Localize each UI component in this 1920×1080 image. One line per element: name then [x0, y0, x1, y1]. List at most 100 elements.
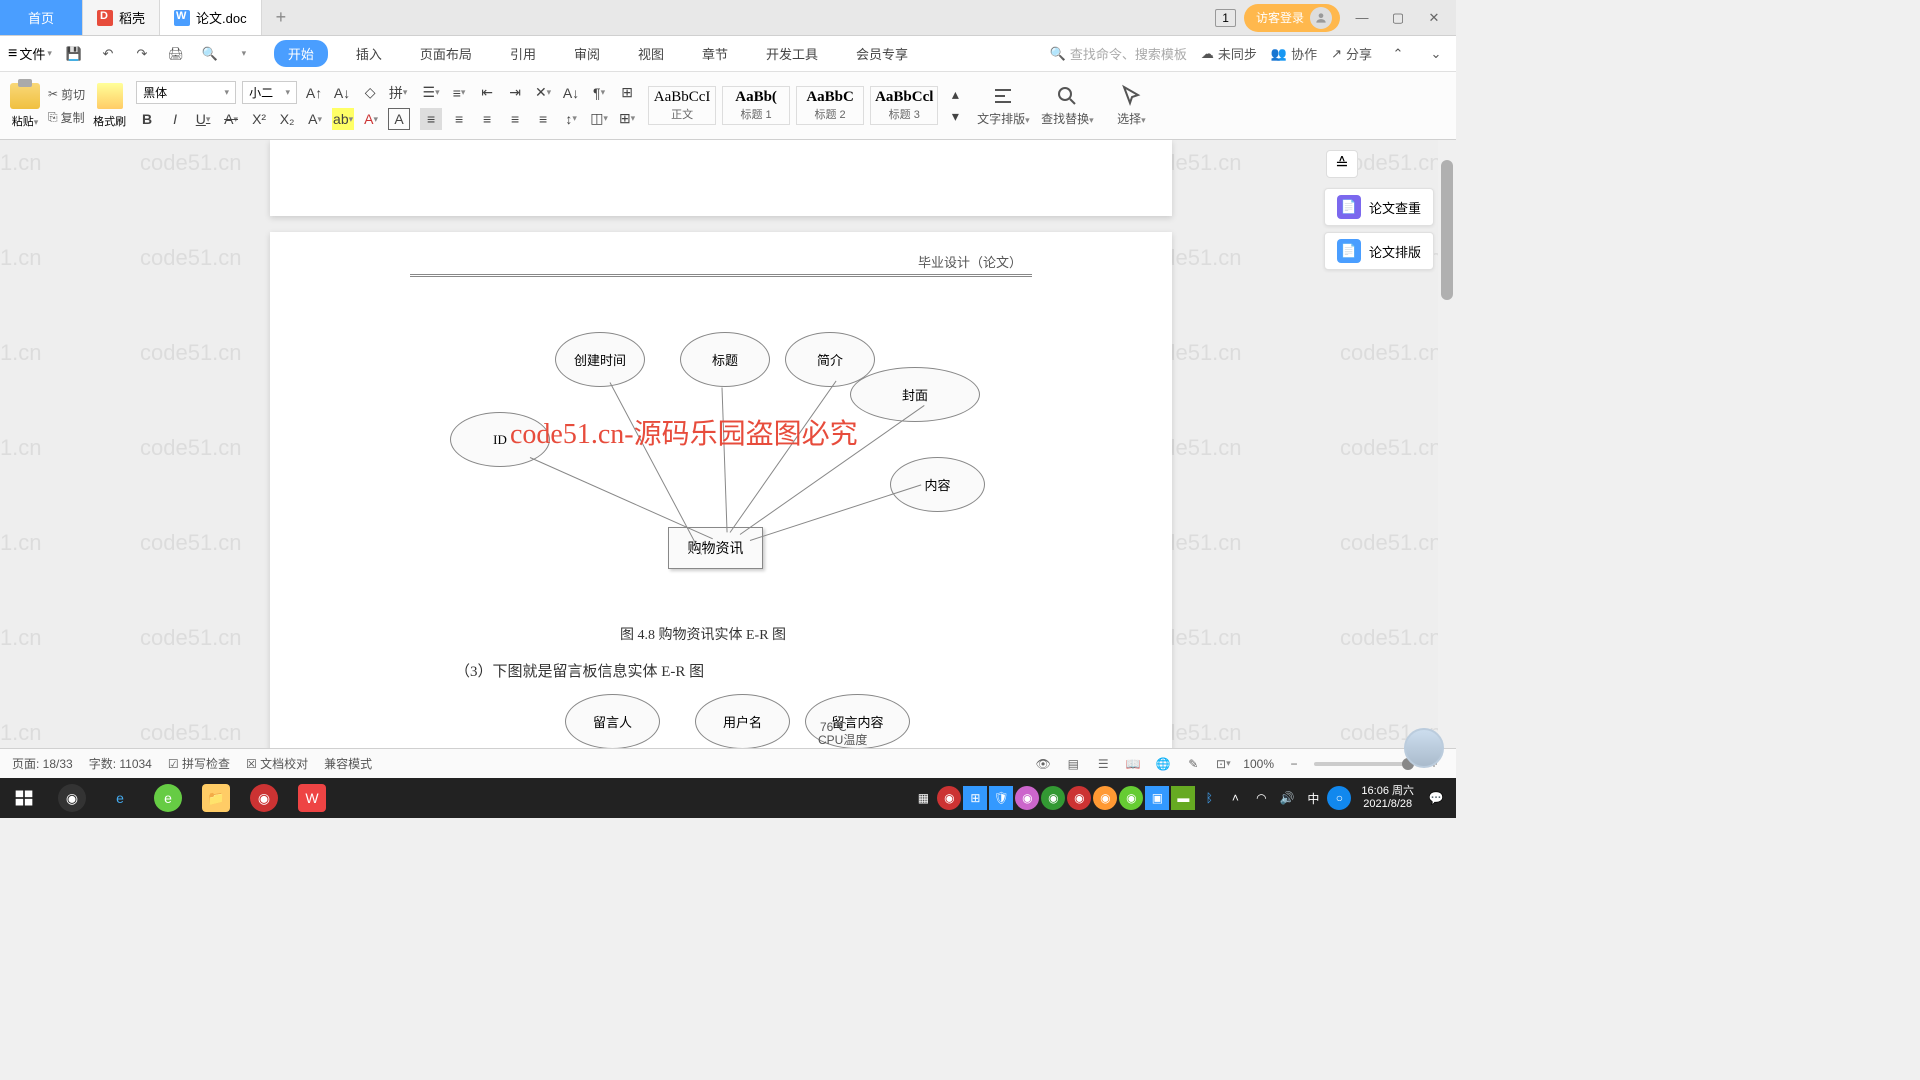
subscript-button[interactable]: X₂	[276, 108, 298, 130]
font-size-select[interactable]: 小二▾	[242, 81, 297, 104]
task-ie[interactable]: e	[96, 778, 144, 818]
share-button[interactable]: ↗分享	[1331, 44, 1372, 63]
tray-icon-1[interactable]: ◉	[937, 786, 961, 810]
word-count[interactable]: 字数: 11034	[89, 755, 152, 772]
cut-button[interactable]: ✂剪切	[46, 85, 87, 104]
line-spacing-button[interactable]: ↕▾	[560, 108, 582, 130]
grow-font-button[interactable]: A↑	[303, 82, 325, 104]
eye-icon[interactable]: 👁	[1033, 754, 1053, 774]
show-marks-button[interactable]: ⊞	[616, 82, 638, 104]
ribbon-tab-insert[interactable]: 插入	[346, 40, 392, 67]
ribbon-tab-chapter[interactable]: 章节	[692, 40, 738, 67]
task-obs[interactable]: ◉	[48, 778, 96, 818]
copy-button[interactable]: ⎘复制	[46, 108, 87, 127]
align-right-button[interactable]: ≡	[476, 108, 498, 130]
task-app1[interactable]: ◉	[240, 778, 288, 818]
page-indicator[interactable]: 页面: 18/33	[12, 755, 73, 772]
strikethrough-button[interactable]: A▾	[220, 108, 242, 130]
tab-document[interactable]: 论文.doc	[160, 0, 262, 35]
tray-icon-9[interactable]: ▣	[1145, 786, 1169, 810]
style-h3[interactable]: AaBbCcl标题 3	[870, 86, 938, 125]
taskbar-clock[interactable]: 16:06 周六2021/8/28	[1353, 785, 1422, 811]
tab-daoke[interactable]: 稻壳	[83, 0, 160, 35]
text-effects-button[interactable]: A▾	[304, 108, 326, 130]
tray-bluetooth-icon[interactable]: ᛒ	[1197, 786, 1221, 810]
ribbon-tab-member[interactable]: 会员专享	[846, 40, 918, 67]
tray-notifications-icon[interactable]: 💬	[1424, 786, 1448, 810]
zoom-slider[interactable]	[1314, 762, 1414, 766]
print-button[interactable]: 🖨	[164, 42, 188, 66]
maximize-button[interactable]: ▢	[1384, 4, 1412, 32]
tray-volume-icon[interactable]: 🔊	[1275, 786, 1299, 810]
tab-add-button[interactable]: +	[262, 0, 301, 35]
page-view-button[interactable]: ▤	[1063, 754, 1083, 774]
ribbon-collapse-button[interactable]: ⌃	[1386, 42, 1410, 66]
tab-home[interactable]: 首页	[0, 0, 83, 35]
tray-icon-5[interactable]: ◉	[1041, 786, 1065, 810]
tray-icon-3[interactable]: 🛡	[989, 786, 1013, 810]
font-color-button[interactable]: A▾	[360, 108, 382, 130]
quick-more-button[interactable]: ▾	[232, 42, 256, 66]
tray-icon-2[interactable]: ⊞	[963, 786, 987, 810]
char-border-button[interactable]: A	[388, 108, 410, 130]
annotate-button[interactable]: ✎	[1183, 754, 1203, 774]
style-h1[interactable]: AaBb(标题 1	[722, 86, 790, 125]
tray-ime-icon[interactable]: 中	[1301, 786, 1325, 810]
command-search[interactable]: 🔍查找命令、搜索模板	[1050, 44, 1187, 63]
web-view-button[interactable]: 🌐	[1153, 754, 1173, 774]
save-button[interactable]: 💾	[62, 42, 86, 66]
assistant-bubble[interactable]	[1404, 728, 1444, 768]
zoom-value[interactable]: 100%	[1243, 757, 1274, 771]
ribbon-tab-pagelayout[interactable]: 页面布局	[410, 40, 482, 67]
tray-expand-icon[interactable]: ˄	[1223, 786, 1247, 810]
phonetic-button[interactable]: 拼▾	[387, 82, 409, 104]
vertical-scrollbar[interactable]	[1438, 140, 1456, 776]
guest-login-button[interactable]: 访客登录	[1244, 4, 1340, 32]
zoom-out-button[interactable]: −	[1284, 754, 1304, 774]
style-h2[interactable]: AaBbC标题 2	[796, 86, 864, 125]
tray-icon-8[interactable]: ◉	[1119, 786, 1143, 810]
bold-button[interactable]: B	[136, 108, 158, 130]
underline-button[interactable]: U▾	[192, 108, 214, 130]
task-explorer[interactable]: 📁	[192, 778, 240, 818]
numbering-button[interactable]: ≡▾	[448, 82, 470, 104]
tray-icon-4[interactable]: ◉	[1015, 786, 1039, 810]
styles-scroll-down[interactable]: ▾	[944, 106, 966, 128]
align-left-button[interactable]: ≡	[420, 108, 442, 130]
superscript-button[interactable]: X²	[248, 108, 270, 130]
select-button[interactable]: 选择▾	[1104, 84, 1158, 127]
task-360[interactable]: e	[144, 778, 192, 818]
borders-button[interactable]: ⊞▾	[616, 108, 638, 130]
minimize-button[interactable]: —	[1348, 4, 1376, 32]
tray-nvidia-icon[interactable]: ▬	[1171, 786, 1195, 810]
sort-button[interactable]: A↓	[560, 82, 582, 104]
spell-check-toggle[interactable]: ☑ 拼写检查	[168, 755, 230, 772]
file-menu[interactable]: ≡文件▾	[8, 44, 52, 63]
ribbon-tab-review[interactable]: 审阅	[564, 40, 610, 67]
paper-layout-button[interactable]: 📄论文排版	[1324, 232, 1434, 270]
paper-check-button[interactable]: 📄论文查重	[1324, 188, 1434, 226]
font-family-select[interactable]: 黑体▾	[136, 81, 236, 104]
ribbon-tab-view[interactable]: 视图	[628, 40, 674, 67]
style-body[interactable]: AaBbCcI正文	[648, 86, 716, 125]
distribute-button[interactable]: ≡	[532, 108, 554, 130]
panel-collapse-button[interactable]: ≙	[1326, 150, 1358, 178]
print-preview-button[interactable]: 🔍	[198, 42, 222, 66]
ribbon-tab-references[interactable]: 引用	[500, 40, 546, 67]
redo-button[interactable]: ↷	[130, 42, 154, 66]
shrink-font-button[interactable]: A↓	[331, 82, 353, 104]
fit-width-button[interactable]: ⊡▾	[1213, 754, 1233, 774]
ribbon-expand-button[interactable]: ⌄	[1424, 42, 1448, 66]
tray-search-icon[interactable]: ○	[1327, 786, 1351, 810]
collab-button[interactable]: 👥协作	[1271, 44, 1317, 63]
italic-button[interactable]: I	[164, 108, 186, 130]
text-layout-button[interactable]: 文字排版▾	[976, 84, 1030, 127]
format-painter-button[interactable]: 格式刷	[93, 83, 126, 129]
paste-button[interactable]: 粘贴▾	[10, 83, 40, 129]
bullets-button[interactable]: ☰▾	[420, 82, 442, 104]
decrease-indent-button[interactable]: ⇤	[476, 82, 498, 104]
scroll-thumb[interactable]	[1441, 160, 1453, 300]
sync-status[interactable]: ☁未同步	[1201, 44, 1257, 63]
align-center-button[interactable]: ≡	[448, 108, 470, 130]
shading-button[interactable]: ◫▾	[588, 108, 610, 130]
